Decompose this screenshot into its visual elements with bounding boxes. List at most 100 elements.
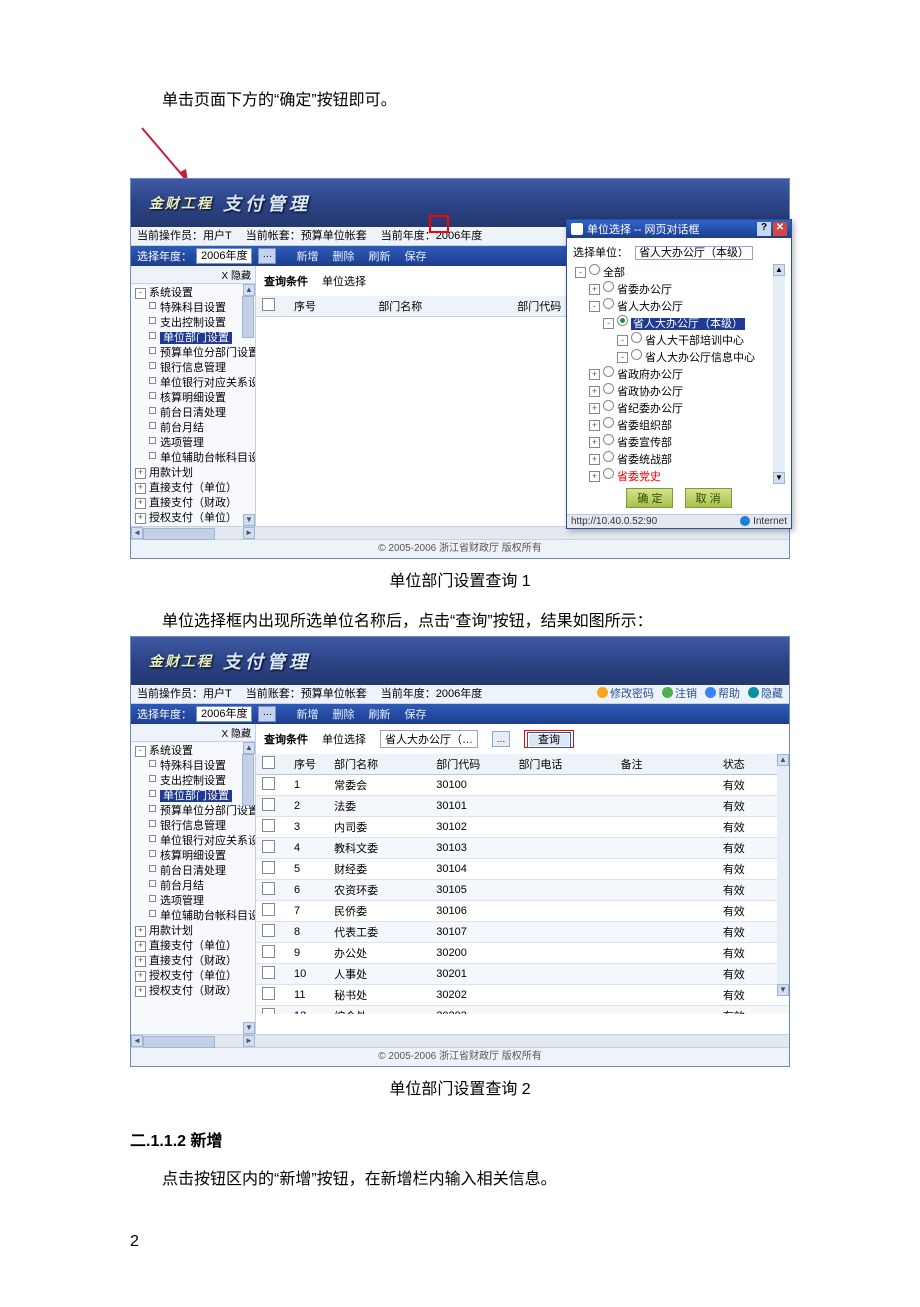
tree-node[interactable]: +用款计划 xyxy=(135,924,255,939)
dlg-tree-node[interactable]: +省委组织部 xyxy=(575,417,785,434)
tree-node[interactable]: 单位辅助台帐科目设置 xyxy=(135,451,255,466)
tree-node[interactable]: +直接支付（财政） xyxy=(135,496,255,511)
table-row[interactable]: 4教科文委30103有效 xyxy=(256,838,789,859)
tree-node[interactable]: 单位银行对应关系设置 xyxy=(135,834,255,849)
tree-node[interactable]: 预算单位分部门设置 xyxy=(135,346,255,361)
tree-node[interactable]: 银行信息管理 xyxy=(135,819,255,834)
tree-node[interactable]: 前台日清处理 xyxy=(135,864,255,879)
scrollbar-thumb[interactable] xyxy=(242,754,254,806)
tree-node[interactable]: 支出控制设置 xyxy=(135,774,255,789)
toolbar-delete[interactable]: 删除 xyxy=(332,248,354,264)
dlg-tree-node[interactable]: +省政府办公厅 xyxy=(575,366,785,383)
toolbar-new[interactable]: 新增 xyxy=(296,248,318,264)
dialog-cancel-button[interactable]: 取 消 xyxy=(685,488,732,508)
year-select[interactable]: 2006年度 xyxy=(196,248,252,264)
tree-node[interactable]: 银行信息管理 xyxy=(135,361,255,376)
table-row[interactable]: 7民侨委30106有效 xyxy=(256,901,789,922)
row-checkbox[interactable] xyxy=(262,987,275,1000)
tree-node[interactable]: 选项管理 xyxy=(135,436,255,451)
toolbar-save[interactable]: 保存 xyxy=(404,248,426,264)
tree-node[interactable]: -系统设置 xyxy=(135,286,255,301)
scroll-down-icon[interactable]: ▼ xyxy=(243,1022,255,1034)
row-checkbox[interactable] xyxy=(262,861,275,874)
year-select[interactable]: 2006年度 xyxy=(196,706,252,722)
dialog-titlebar[interactable]: 单位选择 -- 网页对话框 ? ✕ xyxy=(567,220,791,238)
tree-node[interactable]: 特殊科目设置 xyxy=(135,759,255,774)
tree-node[interactable]: 预算单位分部门设置 xyxy=(135,804,255,819)
query-button[interactable]: 查询 xyxy=(527,732,571,748)
tree-node[interactable]: 单位银行对应关系设置 xyxy=(135,376,255,391)
tree-node[interactable]: 前台月结 xyxy=(135,879,255,894)
dlg-tree-node[interactable]: +省委宣传部 xyxy=(575,434,785,451)
tree-node[interactable]: +直接支付（单位） xyxy=(135,939,255,954)
link-change-password[interactable]: 修改密码 xyxy=(597,685,654,703)
tree-node[interactable]: 核算明细设置 xyxy=(135,391,255,406)
link-logout[interactable]: 注销 xyxy=(662,685,697,703)
table-row[interactable]: 12综合处30203有效 xyxy=(256,1006,789,1015)
toolbar-new[interactable]: 新增 xyxy=(296,706,318,722)
tree-node[interactable]: +直接支付（财政） xyxy=(135,954,255,969)
table-row[interactable]: 9办公处30200有效 xyxy=(256,943,789,964)
tree-node[interactable]: 单位部门设置 xyxy=(135,789,255,804)
main-vertical-scrollbar[interactable]: ▲ ▼ xyxy=(777,754,789,996)
tree-node[interactable]: 核算明细设置 xyxy=(135,849,255,864)
dlg-tree-node[interactable]: -省人大干部培训中心 xyxy=(575,332,785,349)
row-checkbox[interactable] xyxy=(262,882,275,895)
table-row[interactable]: 5财经委30104有效 xyxy=(256,859,789,880)
tree-node[interactable]: +授权支付（单位） xyxy=(135,511,255,526)
row-checkbox[interactable] xyxy=(262,924,275,937)
tree-node[interactable]: 单位部门设置 xyxy=(135,331,255,346)
tree-node[interactable]: +授权支付（单位） xyxy=(135,969,255,984)
row-checkbox[interactable] xyxy=(262,966,275,979)
tree-node[interactable]: 单位辅助台帐科目设置 xyxy=(135,909,255,924)
tree-node[interactable]: -系统设置 xyxy=(135,744,255,759)
unit-select-value[interactable]: 省人大办公厅（… xyxy=(380,730,478,748)
select-all-checkbox[interactable] xyxy=(262,756,275,769)
dialog-ok-button[interactable]: 确 定 xyxy=(626,488,673,508)
tree-node[interactable]: +用款计划 xyxy=(135,466,255,481)
sidebar-hide[interactable]: X 隐藏 xyxy=(131,724,255,742)
row-checkbox[interactable] xyxy=(262,798,275,811)
tree-node[interactable]: 支出控制设置 xyxy=(135,316,255,331)
tree-node[interactable]: 前台月结 xyxy=(135,421,255,436)
dlg-tree-node[interactable]: -省人大办公厅（本级） xyxy=(575,315,785,332)
select-all-checkbox[interactable] xyxy=(262,298,275,311)
dlg-tree-node[interactable]: +省政协办公厅 xyxy=(575,383,785,400)
row-checkbox[interactable] xyxy=(262,819,275,832)
table-row[interactable]: 11秘书处30202有效 xyxy=(256,985,789,1006)
dlg-tree-node[interactable]: +省委办公厅 xyxy=(575,281,785,298)
dlg-tree-node[interactable]: -省人大办公厅信息中心 xyxy=(575,349,785,366)
dialog-field-value[interactable]: 省人大办公厅（本级） xyxy=(635,246,753,260)
tree-node[interactable]: +直接支付（单位） xyxy=(135,481,255,496)
scrollbar-thumb[interactable] xyxy=(242,296,254,338)
table-row[interactable]: 2法委30101有效 xyxy=(256,796,789,817)
table-row[interactable]: 6农资环委30105有效 xyxy=(256,880,789,901)
unit-lookup-button[interactable]: … xyxy=(492,731,510,747)
toolbar-save[interactable]: 保存 xyxy=(404,706,426,722)
dlg-tree-node[interactable]: -省人大办公厅 xyxy=(575,298,785,315)
sidebar-horizontal-scrollbar[interactable]: ◄ ► xyxy=(131,1034,789,1047)
scroll-up-icon[interactable]: ▲ xyxy=(243,284,255,296)
table-row[interactable]: 10人事处30201有效 xyxy=(256,964,789,985)
dlg-scroll-down-icon[interactable]: ▼ xyxy=(773,472,785,484)
table-row[interactable]: 3内司委30102有效 xyxy=(256,817,789,838)
row-checkbox[interactable] xyxy=(262,945,275,958)
dialog-close-button[interactable]: ✕ xyxy=(773,222,787,236)
link-help[interactable]: 帮助 xyxy=(705,685,740,703)
dlg-scroll-up-icon[interactable]: ▲ xyxy=(773,264,785,276)
year-picker-button[interactable]: … xyxy=(258,248,276,264)
link-hide[interactable]: 隐藏 xyxy=(748,685,783,703)
year-picker-button[interactable]: … xyxy=(258,706,276,722)
tree-node[interactable]: 特殊科目设置 xyxy=(135,301,255,316)
row-checkbox[interactable] xyxy=(262,777,275,790)
toolbar-refresh[interactable]: 刷新 xyxy=(368,706,390,722)
sidebar-hide[interactable]: X 隐藏 xyxy=(131,266,255,284)
tree-node[interactable]: 选项管理 xyxy=(135,894,255,909)
tree-node[interactable]: +授权支付（财政） xyxy=(135,984,255,999)
toolbar-delete[interactable]: 删除 xyxy=(332,706,354,722)
row-checkbox[interactable] xyxy=(262,903,275,916)
table-row[interactable]: 1常委会30100有效 xyxy=(256,775,789,796)
scroll-down-icon[interactable]: ▼ xyxy=(243,514,255,526)
toolbar-refresh[interactable]: 刷新 xyxy=(368,248,390,264)
dlg-tree-node[interactable]: +省纪委办公厅 xyxy=(575,400,785,417)
